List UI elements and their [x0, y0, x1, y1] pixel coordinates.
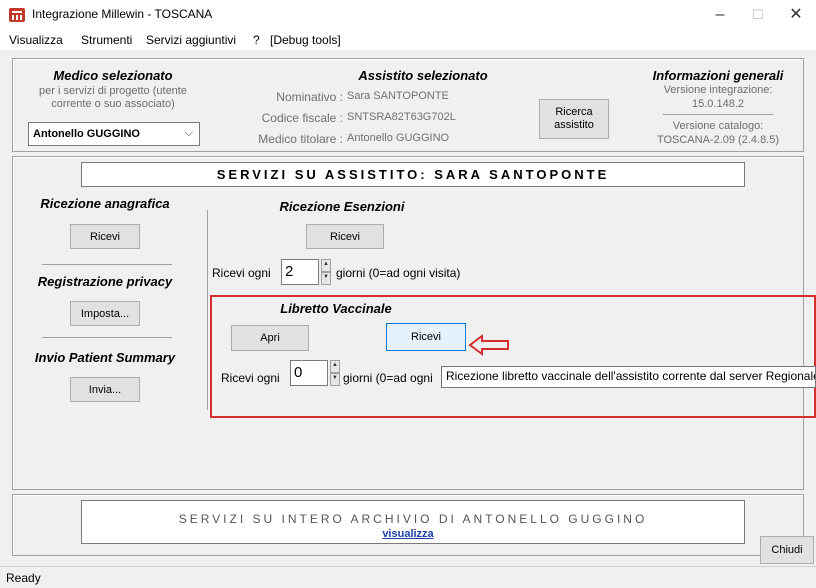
libretto-title: Libretto Vaccinale: [280, 301, 392, 316]
invia-patient-summary-button[interactable]: Invia...: [70, 377, 140, 402]
menu-help[interactable]: ?: [253, 33, 260, 47]
title-bar: Integrazione Millewin - TOSCANA – ☐ ✕: [0, 0, 816, 30]
codice-fiscale-value: SNTSRA82T63G702L: [347, 111, 456, 123]
app-icon: [9, 8, 25, 22]
menu-debug-tools[interactable]: [Debug tools]: [270, 33, 341, 47]
ricevi-libretto-button[interactable]: Ricevi: [386, 323, 466, 351]
ricevi-anagrafica-button[interactable]: Ricevi: [70, 224, 140, 249]
status-bar: Ready: [0, 566, 816, 588]
libretto-days-input[interactable]: 0: [290, 360, 328, 386]
privacy-title: Registrazione privacy: [37, 274, 173, 289]
medico-titolare-label: Medico titolare :: [258, 132, 343, 146]
status-text: Ready: [6, 571, 41, 585]
window-title: Integrazione Millewin - TOSCANA: [32, 7, 213, 21]
codice-fiscale-label: Codice fiscale :: [261, 111, 343, 125]
medico-description: per i servizi di progetto (utente corren…: [39, 85, 187, 110]
info-integration-label: Versione integrazione:: [663, 84, 773, 96]
esenzioni-title: Ricezione Esenzioni: [279, 199, 405, 214]
arrow-up-icon[interactable]: ▲: [321, 259, 331, 272]
esenzioni-days-label: giorni (0=ad ogni visita): [336, 266, 461, 280]
libretto-days-stepper[interactable]: ▲ ▼: [330, 360, 340, 386]
services-banner: SERVIZI SU ASSISTITO: SARA SANTOPONTE: [81, 162, 745, 187]
visualizza-link[interactable]: visualizza: [13, 528, 803, 540]
header-panel: Medico selezionato per i servizi di prog…: [12, 58, 804, 152]
menu-servizi-aggiuntivi[interactable]: Servizi aggiuntivi: [146, 33, 236, 47]
info-integration-value: 15.0.148.2: [692, 98, 744, 110]
archive-panel: SERVIZI SU INTERO ARCHIVIO DI ANTONELLO …: [12, 494, 804, 556]
menu-strumenti[interactable]: Strumenti: [81, 33, 132, 47]
esenzioni-every-label: Ricevi ogni: [212, 266, 271, 280]
info-title: Informazioni generali: [652, 68, 784, 83]
imposta-privacy-button[interactable]: Imposta...: [70, 301, 140, 326]
libretto-days-label: giorni (0=ad ogni: [343, 371, 433, 385]
arrow-up-icon[interactable]: ▲: [330, 360, 340, 373]
arrow-left-icon: [468, 334, 509, 356]
column-separator: [207, 210, 208, 410]
medico-select-value: Antonello GUGGINO: [33, 128, 140, 140]
maximize-button[interactable]: ☐: [738, 4, 778, 26]
libretto-every-label: Ricevi ogni: [221, 371, 280, 385]
minimize-button[interactable]: –: [700, 4, 740, 26]
info-catalog-value: TOSCANA-2.09 (2.4.8.5): [656, 134, 780, 146]
medico-title: Medico selezionato: [53, 68, 173, 83]
anagrafica-title: Ricezione anagrafica: [40, 196, 170, 211]
nominativo-value: Sara SANTOPONTE: [347, 90, 449, 102]
close-icon[interactable]: ✕: [776, 4, 816, 26]
nominativo-label: Nominativo :: [276, 90, 343, 104]
info-catalog-label: Versione catalogo:: [672, 120, 764, 132]
tooltip: Ricezione libretto vaccinale dell'assist…: [441, 366, 816, 388]
chevron-down-icon: ⌵: [184, 127, 193, 139]
arrow-down-icon[interactable]: ▼: [321, 272, 331, 285]
esenzioni-days-stepper[interactable]: ▲ ▼: [321, 259, 331, 285]
info-divider: [663, 114, 773, 115]
arrow-down-icon[interactable]: ▼: [330, 373, 340, 386]
medico-select[interactable]: Antonello GUGGINO ⌵: [28, 122, 200, 146]
patient-summary-title: Invio Patient Summary: [34, 350, 176, 365]
medico-titolare-value: Antonello GUGGINO: [347, 132, 450, 144]
menu-visualizza[interactable]: Visualizza: [9, 33, 63, 47]
chiudi-button[interactable]: Chiudi: [760, 536, 814, 564]
ricevi-esenzioni-button[interactable]: Ricevi: [306, 224, 384, 249]
apri-libretto-button[interactable]: Apri: [231, 325, 309, 351]
divider: [42, 264, 172, 265]
menu-bar: Visualizza Strumenti Servizi aggiuntivi …: [0, 30, 816, 50]
assistito-title: Assistito selezionato: [358, 68, 488, 83]
divider: [42, 337, 172, 338]
ricerca-assistito-button[interactable]: Ricerca assistito: [539, 99, 609, 139]
esenzioni-days-input[interactable]: 2: [281, 259, 319, 285]
